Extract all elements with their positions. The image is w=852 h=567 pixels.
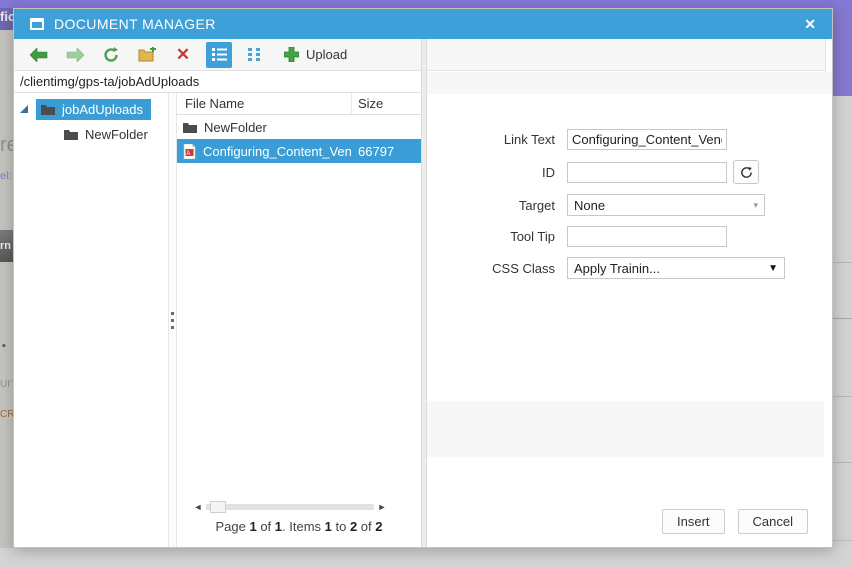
folder-tree: jobAdUploads NewFolder bbox=[14, 93, 168, 547]
column-header-file-name[interactable]: File Name bbox=[177, 93, 352, 114]
delete-button[interactable]: ✕ bbox=[170, 42, 196, 68]
file-size-cell: 66797 bbox=[358, 143, 395, 159]
horizontal-scrollbar[interactable]: ◄ ► bbox=[193, 500, 387, 514]
thumbnails-view-button[interactable] bbox=[242, 42, 268, 68]
breadcrumb: /clientimg/gps-ta/jobAdUploads bbox=[14, 71, 421, 93]
column-header-size[interactable]: Size bbox=[352, 96, 421, 111]
right-panel-toolbar-band bbox=[427, 39, 826, 71]
delete-icon: ✕ bbox=[175, 45, 191, 64]
window-icon bbox=[30, 18, 44, 30]
tree-item-jobaduploads[interactable]: jobAdUploads bbox=[14, 98, 168, 120]
file-toolbar: ✕ Upload bbox=[14, 39, 421, 71]
tool-tip-input[interactable] bbox=[567, 226, 727, 247]
dropdown-arrow-icon: ▼ bbox=[768, 262, 778, 274]
folder-icon bbox=[41, 104, 55, 115]
background-page-header bbox=[0, 0, 852, 8]
scroll-left-icon[interactable]: ◄ bbox=[193, 502, 203, 512]
preview-placeholder-band bbox=[427, 401, 824, 457]
folder-icon bbox=[183, 122, 197, 133]
id-label: ID bbox=[542, 164, 555, 180]
grid-header-row: File Name Size bbox=[177, 93, 421, 115]
file-name-cell: NewFolder bbox=[204, 119, 267, 135]
grid-view-icon bbox=[248, 48, 260, 61]
background-text-fragment: fic bbox=[0, 9, 13, 24]
new-folder-icon bbox=[138, 46, 156, 61]
target-value: None bbox=[574, 197, 606, 213]
link-properties-form: Link Text ID Target None bbox=[427, 129, 832, 289]
scrollbar-track[interactable] bbox=[206, 501, 374, 513]
file-row-newfolder[interactable]: NewFolder bbox=[177, 115, 421, 139]
list-view-button[interactable] bbox=[206, 41, 232, 68]
target-label: Target bbox=[518, 197, 555, 213]
background-left-column bbox=[0, 30, 13, 567]
refresh-button[interactable] bbox=[98, 42, 124, 68]
file-name-cell: Configuring_Content_Vendor bbox=[203, 143, 352, 159]
refresh-id-icon bbox=[740, 166, 752, 178]
dialog-title: DOCUMENT MANAGER bbox=[54, 16, 216, 32]
background-text-fragment: CRI bbox=[0, 409, 13, 420]
css-class-value: Apply Trainin... bbox=[574, 260, 660, 276]
css-class-label: CSS Class bbox=[492, 260, 555, 276]
upload-button[interactable]: Upload bbox=[284, 47, 347, 62]
cancel-button[interactable]: Cancel bbox=[737, 509, 808, 534]
chevron-down-icon: ▾ bbox=[753, 199, 758, 210]
file-grid: File Name Size NewFolder A Configuring_C… bbox=[177, 93, 421, 547]
splitter-grip-dot bbox=[171, 311, 174, 315]
list-view-icon bbox=[211, 48, 227, 61]
close-icon[interactable]: ✕ bbox=[802, 16, 818, 33]
tree-item-label: NewFolder bbox=[85, 126, 148, 142]
new-folder-button[interactable] bbox=[134, 42, 160, 68]
target-dropdown[interactable]: None ▾ bbox=[567, 194, 765, 216]
back-arrow-icon bbox=[30, 47, 48, 62]
dialog-titlebar[interactable]: DOCUMENT MANAGER ✕ bbox=[14, 9, 832, 39]
expand-arrow-icon[interactable] bbox=[20, 105, 28, 113]
splitter-grip-dot bbox=[171, 318, 174, 322]
pane-splitter[interactable] bbox=[168, 93, 177, 547]
background-icon-fragment: ▪ bbox=[2, 340, 6, 352]
scroll-right-icon[interactable]: ► bbox=[377, 502, 387, 512]
background-text-fragment: re bbox=[0, 134, 13, 156]
back-button[interactable] bbox=[26, 42, 52, 68]
file-row-pdf[interactable]: A Configuring_Content_Vendor 66797 bbox=[177, 139, 421, 163]
upload-label: Upload bbox=[306, 47, 348, 62]
right-panel-header-band bbox=[427, 72, 832, 94]
dialog-footer: Insert Cancel bbox=[662, 509, 808, 534]
background-purple-block bbox=[833, 8, 852, 96]
pdf-file-icon: A bbox=[183, 143, 196, 159]
folder-icon bbox=[64, 129, 78, 140]
pager-status: Page 1 of 1. Items 1 to 2 of 2 bbox=[215, 519, 383, 534]
id-input[interactable] bbox=[567, 161, 727, 183]
background-text-fragment: UI' bbox=[0, 379, 12, 390]
upload-plus-icon bbox=[284, 47, 299, 62]
forward-button[interactable] bbox=[62, 42, 88, 68]
refresh-icon bbox=[104, 46, 118, 62]
tree-item-label: jobAdUploads bbox=[62, 101, 143, 117]
forward-arrow-icon bbox=[66, 47, 84, 62]
background-bottom-strip bbox=[0, 548, 852, 567]
background-button-fragment: rn bbox=[0, 230, 13, 262]
insert-button[interactable]: Insert bbox=[662, 509, 725, 534]
svg-text:A: A bbox=[186, 150, 190, 156]
tree-item-newfolder[interactable]: NewFolder bbox=[64, 123, 168, 145]
scrollbar-thumb[interactable] bbox=[210, 501, 226, 513]
tool-tip-label: Tool Tip bbox=[510, 229, 555, 244]
splitter-grip-dot bbox=[171, 325, 174, 329]
link-text-input[interactable] bbox=[567, 129, 727, 150]
generate-id-button[interactable] bbox=[733, 160, 759, 184]
background-link-fragment: el: bbox=[0, 170, 12, 182]
background-table-column bbox=[833, 96, 852, 567]
css-class-dropdown[interactable]: Apply Trainin... ▼ bbox=[567, 257, 785, 279]
link-text-label: Link Text bbox=[503, 132, 555, 147]
document-manager-dialog: DOCUMENT MANAGER ✕ ✕ Upload /clientimg/g… bbox=[13, 8, 833, 548]
